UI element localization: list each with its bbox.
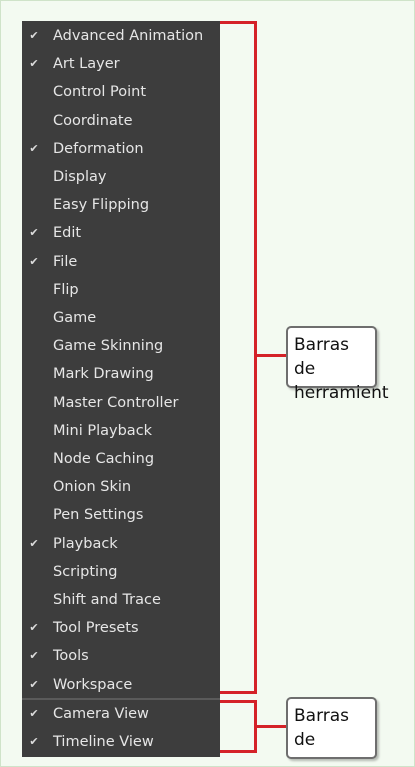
menu-item-label: Edit bbox=[53, 225, 82, 242]
menu-item-label: Playback bbox=[53, 535, 118, 552]
checkmark-icon: ✔ bbox=[29, 226, 39, 240]
views-bracket-top bbox=[220, 700, 257, 703]
menu-item-deformation[interactable]: ✔ Deformation bbox=[22, 135, 220, 163]
menu-item-control-point[interactable]: Control Point bbox=[22, 78, 220, 106]
menu-item-camera-view[interactable]: ✔ Camera View bbox=[22, 700, 220, 728]
menu-item-label: Control Point bbox=[53, 84, 147, 101]
toolbars-bracket-top bbox=[220, 21, 257, 24]
checkmark-icon: ✔ bbox=[29, 649, 39, 663]
menu-item-timeline-view[interactable]: ✔ Timeline View bbox=[22, 728, 220, 756]
menu-item-scripting[interactable]: Scripting bbox=[22, 558, 220, 586]
views-callout: Barras de bbox=[286, 697, 377, 759]
menu-item-label: Tool Presets bbox=[53, 620, 139, 637]
menu-item-game[interactable]: Game bbox=[22, 304, 220, 332]
menu-item-tool-presets[interactable]: ✔ Tool Presets bbox=[22, 614, 220, 642]
checkmark-icon: ✔ bbox=[29, 536, 39, 550]
menu-item-tools[interactable]: ✔ Tools bbox=[22, 642, 220, 670]
menu-item-label: Game bbox=[53, 310, 97, 326]
menu-item-label: Mini Playback bbox=[53, 422, 153, 439]
checkmark-icon: ✔ bbox=[29, 621, 39, 635]
menu-item-onion-skin[interactable]: Onion Skin bbox=[22, 473, 220, 501]
checkmark-icon: ✔ bbox=[29, 254, 39, 268]
menu-item-label: Master Controller bbox=[53, 394, 179, 411]
menu-item-node-caching[interactable]: Node Caching bbox=[22, 445, 220, 473]
menu-item-master-controller[interactable]: Master Controller bbox=[22, 389, 220, 417]
menu-item-pen-settings[interactable]: Pen Settings bbox=[22, 501, 220, 529]
menu-item-label: Coordinate bbox=[53, 112, 133, 129]
menu-item-edit[interactable]: ✔ Edit bbox=[22, 219, 220, 247]
menu-item-label: Easy Flipping bbox=[53, 197, 150, 214]
menu-item-label: Camera View bbox=[53, 706, 149, 722]
menu-item-label: Tools bbox=[53, 648, 89, 665]
checkmark-icon: ✔ bbox=[29, 141, 39, 155]
toolbars-bracket-bottom bbox=[220, 691, 257, 694]
menu-item-label: Node Caching bbox=[53, 451, 155, 467]
menu-item-label: Game Skinning bbox=[53, 338, 164, 355]
checkmark-icon: ✔ bbox=[29, 29, 39, 42]
menu-item-label: Advanced Animation bbox=[53, 28, 204, 44]
menu-item-label: Onion Skin bbox=[53, 479, 132, 496]
menu-item-label: Scripting bbox=[53, 563, 118, 580]
menu-item-mini-playback[interactable]: Mini Playback bbox=[22, 417, 220, 445]
checkmark-icon: ✔ bbox=[29, 735, 39, 748]
checkmark-icon: ✔ bbox=[29, 677, 39, 691]
menu-item-display[interactable]: Display bbox=[22, 163, 220, 191]
menu-item-mark-drawing[interactable]: Mark Drawing bbox=[22, 360, 220, 388]
toolbars-context-menu: ✔ Advanced Animation ✔ Art Layer Control Poi… bbox=[22, 21, 220, 757]
toolbars-bracket-side bbox=[254, 21, 257, 694]
menu-item-file[interactable]: ✔ File bbox=[22, 248, 220, 276]
menu-item-label: Art Layer bbox=[53, 56, 120, 73]
views-connector bbox=[254, 725, 286, 728]
menu-item-label: Mark Drawing bbox=[53, 366, 154, 383]
menu-item-flip[interactable]: Flip bbox=[22, 276, 220, 304]
menu-item-coordinate[interactable]: Coordinate bbox=[22, 107, 220, 135]
menu-item-game-skinning[interactable]: Game Skinning bbox=[22, 332, 220, 360]
menu-item-playback[interactable]: ✔ Playback bbox=[22, 530, 220, 558]
menu-item-label: Timeline View bbox=[53, 734, 154, 750]
menu-item-workspace[interactable]: ✔ Workspace bbox=[22, 671, 220, 699]
menu-item-label: Display bbox=[53, 169, 107, 185]
toolbars-callout: Barras de herramient bbox=[286, 326, 389, 403]
menu-item-label: Flip bbox=[53, 281, 79, 298]
checkmark-icon: ✔ bbox=[29, 57, 39, 71]
menu-item-label: Pen Settings bbox=[53, 507, 144, 524]
menu-item-label: Shift and Trace bbox=[53, 592, 161, 608]
views-bracket-bottom bbox=[220, 750, 257, 753]
menu-item-easy-flipping[interactable]: Easy Flipping bbox=[22, 191, 220, 219]
checkmark-icon: ✔ bbox=[29, 707, 39, 720]
menu-item-advanced-animation[interactable]: ✔ Advanced Animation bbox=[22, 22, 220, 50]
menu-item-shift-and-trace[interactable]: Shift and Trace bbox=[22, 586, 220, 614]
menu-item-label: File bbox=[53, 253, 78, 270]
menu-item-label: Workspace bbox=[53, 676, 133, 693]
menu-item-label: Deformation bbox=[53, 140, 144, 157]
menu-item-art-layer[interactable]: ✔ Art Layer bbox=[22, 50, 220, 78]
toolbars-connector bbox=[254, 354, 286, 357]
